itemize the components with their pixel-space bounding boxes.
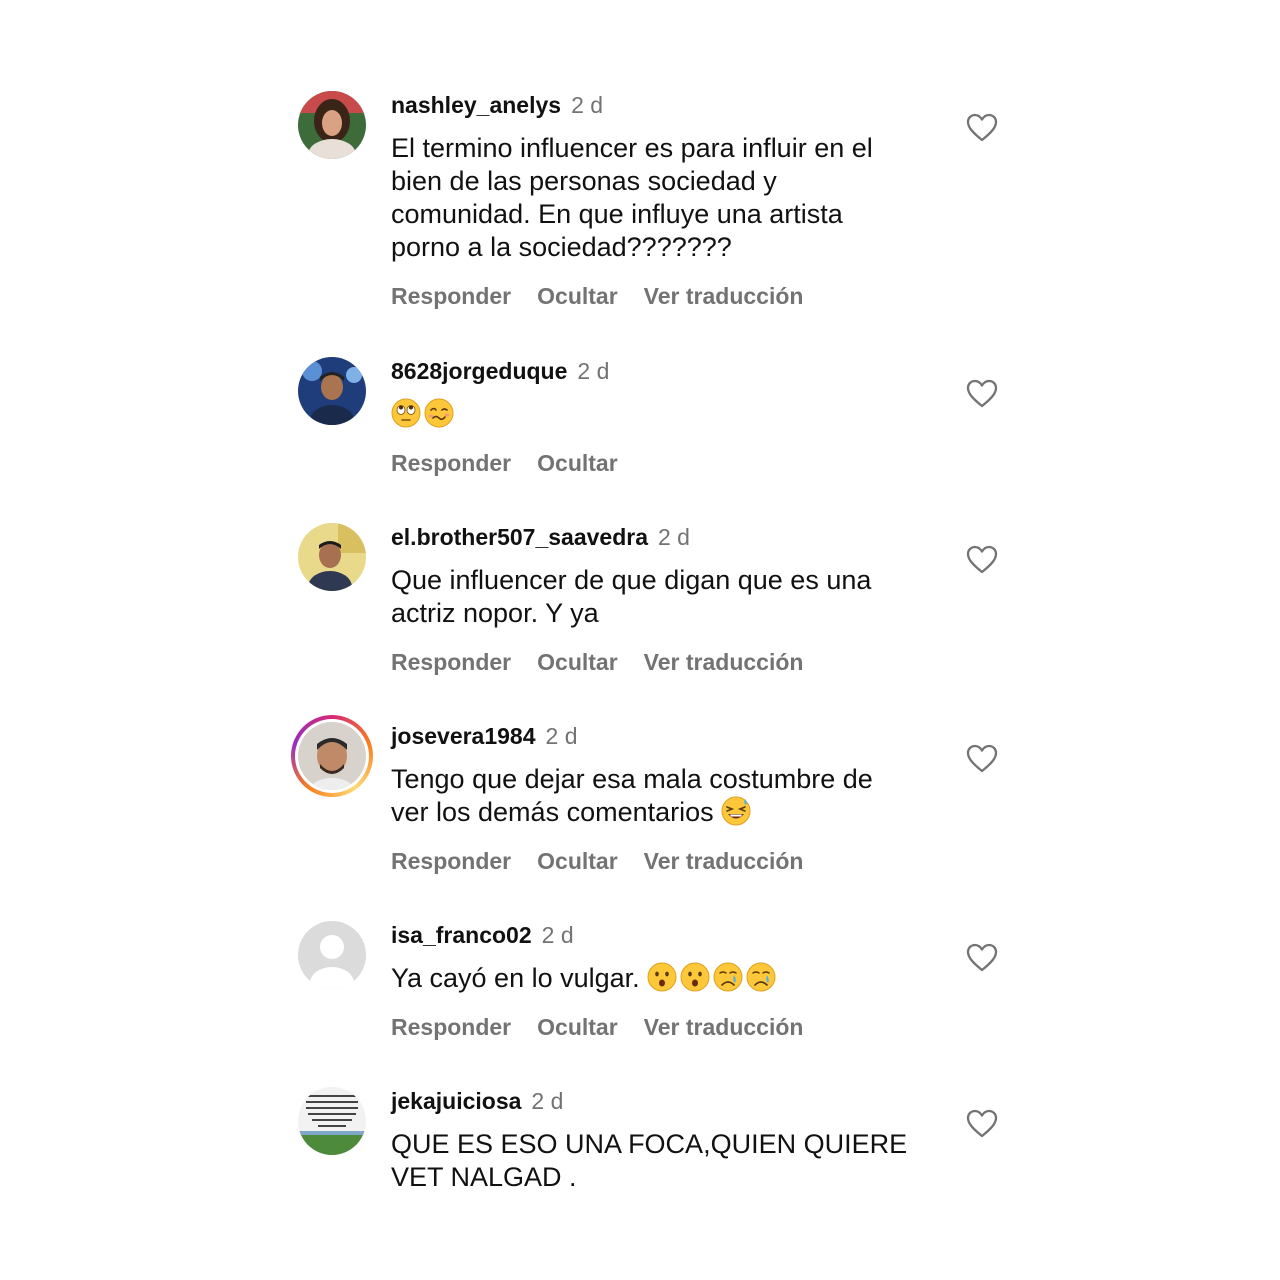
hide-button[interactable]: Ocultar: [537, 649, 618, 675]
heart-outline-icon[interactable]: [966, 545, 998, 575]
grinning-squinting-face-with-sweat-icon: [721, 796, 751, 826]
hushed-face-icon: [647, 962, 677, 992]
comment-username[interactable]: josevera1984: [391, 723, 536, 749]
comment-username[interactable]: el.brother507_saavedra: [391, 524, 648, 550]
heart-outline-icon[interactable]: [966, 113, 998, 143]
see-translation-button[interactable]: Ver traducción: [644, 1014, 804, 1040]
hide-button[interactable]: Ocultar: [537, 283, 618, 309]
hide-button[interactable]: Ocultar: [537, 1014, 618, 1040]
comment-time: 2 d: [541, 922, 574, 948]
reply-button[interactable]: Responder: [391, 450, 511, 476]
comment-username[interactable]: nashley_anelys: [391, 92, 561, 118]
comment-text: El termino influencer es para influir en…: [391, 133, 873, 262]
reply-button[interactable]: Responder: [391, 1014, 511, 1040]
comment-text: Ya cayó en lo vulgar.: [391, 962, 911, 995]
avatar[interactable]: [298, 1087, 366, 1155]
comment-text: QUE ES ESO UNA FOCA,QUIEN QUIERE VET NAL…: [391, 1129, 908, 1192]
face-with-rolling-eyes-icon: [391, 398, 421, 428]
comment-time: 2 d: [571, 92, 604, 118]
avatar[interactable]: [298, 357, 366, 425]
avatar[interactable]: [298, 921, 366, 989]
comment-text: Tengo que dejar esa mala costumbre de ve…: [391, 763, 911, 829]
crying-face-icon: [746, 962, 776, 992]
avatar-image: [298, 523, 366, 591]
comment-time: 2 d: [545, 723, 578, 749]
avatar-image: [298, 1087, 366, 1155]
comment-username[interactable]: 8628jorgeduque: [391, 358, 567, 384]
avatar-image: [298, 91, 366, 159]
default-avatar-icon: [298, 921, 366, 989]
comment-username[interactable]: isa_franco02: [391, 922, 532, 948]
reply-button[interactable]: Responder: [391, 649, 511, 675]
avatar-with-story-ring[interactable]: [291, 715, 373, 797]
comment-text: [391, 398, 911, 431]
comment-time: 2 d: [658, 524, 690, 550]
heart-outline-icon[interactable]: [966, 943, 998, 973]
comment-text-content: Tengo que dejar esa mala costumbre de ve…: [391, 764, 873, 827]
comment-time: 2 d: [531, 1088, 564, 1114]
comment-time: 2 d: [577, 358, 610, 384]
heart-outline-icon[interactable]: [966, 744, 998, 774]
heart-outline-icon[interactable]: [966, 1109, 998, 1139]
hide-button[interactable]: Ocultar: [537, 848, 618, 874]
reply-button[interactable]: Responder: [391, 848, 511, 874]
see-translation-button[interactable]: Ver traducción: [644, 649, 804, 675]
hide-button[interactable]: Ocultar: [537, 450, 618, 476]
hushed-face-icon: [680, 962, 710, 992]
reply-button[interactable]: Responder: [391, 283, 511, 309]
comment-username[interactable]: jekajuiciosa: [391, 1088, 521, 1114]
see-translation-button[interactable]: Ver traducción: [644, 848, 804, 874]
see-translation-button[interactable]: Ver traducción: [644, 283, 804, 309]
heart-outline-icon[interactable]: [966, 379, 998, 409]
comment-text: Que influencer de que digan que es una a…: [391, 565, 872, 628]
woozy-face-icon: [424, 398, 454, 428]
avatar-image: [298, 357, 366, 425]
crying-face-icon: [713, 962, 743, 992]
avatar[interactable]: [298, 523, 366, 591]
avatar-image: [298, 722, 366, 790]
comment-text-content: Ya cayó en lo vulgar.: [391, 963, 640, 993]
avatar[interactable]: [298, 91, 366, 159]
